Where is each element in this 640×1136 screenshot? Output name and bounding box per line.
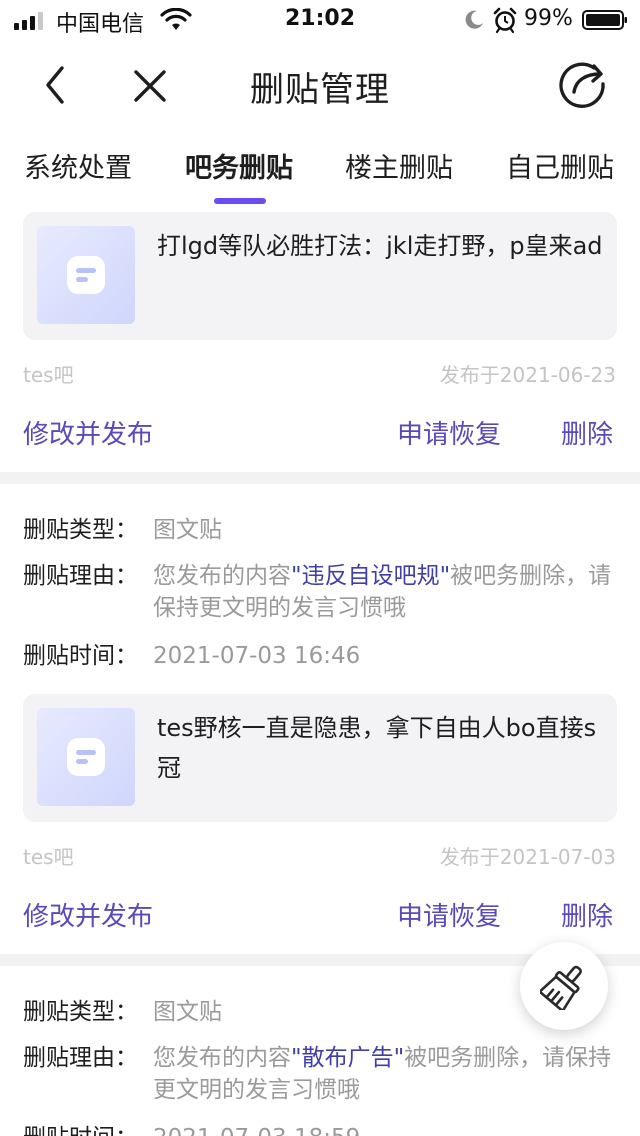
delete-reason-label: 删贴理由： — [23, 1045, 138, 1071]
delete-time-value: 2021-07-03 18:59 — [153, 1122, 623, 1136]
moon-icon — [465, 10, 483, 29]
tab-bar: 系统处置 吧务删贴 楼主删贴 自己删贴 — [0, 130, 640, 210]
delete-reason-value: 您发布的内容"散布广告"被吧务删除，请保持更文明的发言习惯哦 — [153, 1042, 623, 1106]
request-restore-button[interactable]: 申请恢复 — [397, 896, 501, 933]
delete-button[interactable]: 删除 — [561, 896, 613, 933]
forum-name[interactable]: tes吧 — [23, 359, 74, 388]
edit-and-publish-button[interactable]: 修改并发布 — [23, 896, 153, 933]
clean-up-button[interactable] — [520, 942, 608, 1030]
reason-highlight: "散布广告" — [291, 1045, 405, 1071]
post-thumbnail-icon — [67, 738, 105, 776]
delete-reason-value: 您发布的内容"违反自设吧规"被吧务删除，请保持更文明的发言习惯哦 — [153, 560, 623, 624]
delete-type-value: 图文贴 — [153, 517, 222, 543]
delete-type-label: 删贴类型： — [23, 517, 138, 543]
share-icon[interactable] — [554, 58, 610, 112]
alarm-icon — [493, 7, 517, 33]
status-bar: 中国电信 21:02 99% — [0, 0, 640, 40]
delete-time-label: 删贴时间： — [23, 1122, 138, 1136]
battery-percent: 99% — [524, 6, 573, 31]
tab-self-deleted[interactable]: 自己删贴 — [506, 146, 614, 185]
reason-prefix: 您发布的内容 — [153, 563, 291, 589]
page-title: 删贴管理 — [250, 70, 390, 110]
tab-system[interactable]: 系统处置 — [24, 146, 132, 185]
post-content: 打lgd等队必胜打法：jkl走打野，p皇来ad — [157, 232, 603, 260]
edit-and-publish-button[interactable]: 修改并发布 — [23, 414, 153, 451]
reason-prefix: 您发布的内容 — [153, 1045, 291, 1071]
section-divider — [0, 472, 640, 484]
delete-button[interactable]: 删除 — [561, 414, 613, 451]
broom-icon — [540, 965, 582, 1010]
post-card[interactable]: tes野核一直是隐患，拿下自由人bo直接s冠 — [23, 694, 617, 822]
request-restore-button[interactable]: 申请恢复 — [397, 414, 501, 451]
forum-name[interactable]: tes吧 — [23, 841, 74, 870]
tab-owner-deleted[interactable]: 楼主删贴 — [345, 146, 453, 185]
post-thumbnail — [37, 708, 135, 806]
navigation-bar: 删贴管理 — [0, 40, 640, 130]
publish-date: 发布于2021-07-03 — [439, 845, 616, 869]
delete-type-label: 删贴类型： — [23, 999, 138, 1025]
post-thumbnail — [37, 226, 135, 324]
reason-highlight: "违反自设吧规" — [291, 563, 451, 589]
active-tab-indicator — [214, 198, 266, 204]
post-content: tes野核一直是隐患，拿下自由人bo直接s冠 — [157, 714, 597, 782]
delete-reason-label: 删贴理由： — [23, 563, 138, 589]
tab-admin-deleted[interactable]: 吧务删贴 — [185, 146, 293, 185]
delete-time-value: 2021-07-03 16:46 — [153, 643, 361, 669]
post-thumbnail-icon — [67, 256, 105, 294]
delete-time-label: 删贴时间： — [23, 643, 138, 669]
post-card[interactable]: 打lgd等队必胜打法：jkl走打野，p皇来ad — [23, 212, 617, 340]
battery-icon — [582, 10, 627, 30]
publish-date: 发布于2021-06-23 — [439, 363, 616, 387]
